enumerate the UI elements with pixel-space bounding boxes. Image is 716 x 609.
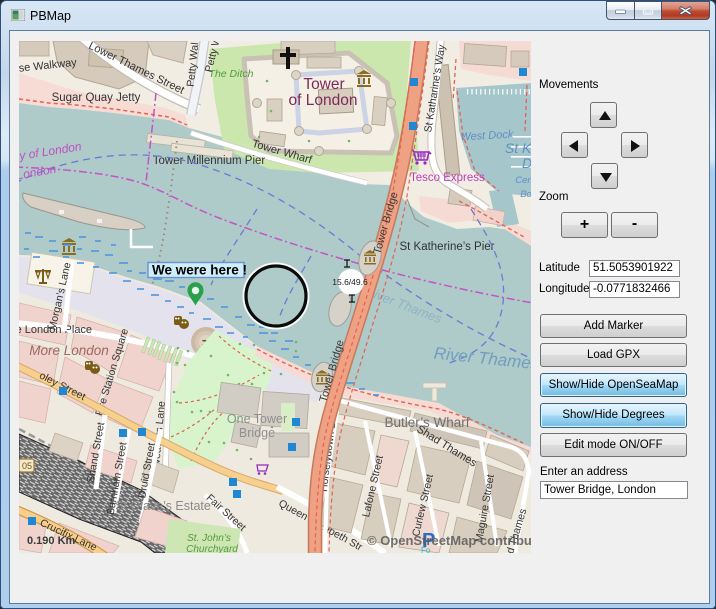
- svg-text:St Olave’s Estate: St Olave’s Estate: [115, 499, 211, 513]
- svg-text:0.190 Km: 0.190 Km: [27, 535, 76, 547]
- svg-text:One Tower: One Tower: [227, 412, 287, 426]
- svg-text:Bridge: Bridge: [239, 426, 275, 440]
- svg-text:More London: More London: [29, 343, 109, 358]
- svg-text:Tower: Tower: [303, 76, 344, 93]
- svg-text:St Ka: St Ka: [505, 140, 531, 156]
- svg-text:15.6/49.6: 15.6/49.6: [332, 277, 368, 287]
- svg-text:We were here !: We were here !: [152, 263, 247, 278]
- svg-text:Tesco Express: Tesco Express: [410, 172, 485, 184]
- svg-text:Cen: Cen: [515, 175, 531, 186]
- svg-text:y of London: y of London: [19, 139, 83, 163]
- svg-text:D: D: [522, 155, 531, 171]
- svg-text:London: London: [19, 162, 58, 183]
- svg-text:Tower Millennium Pier: Tower Millennium Pier: [153, 155, 266, 167]
- svg-text:Churchyard: Churchyard: [186, 544, 238, 553]
- svg-text:River Thames: River Thames: [433, 344, 531, 374]
- svg-text:© OpenStreetMap contributors: © OpenStreetMap contributors: [367, 533, 531, 548]
- svg-text:of London: of London: [289, 92, 358, 109]
- svg-text:St Katherine’s Pier: St Katherine’s Pier: [399, 241, 494, 253]
- svg-text:05: 05: [22, 461, 32, 471]
- svg-text:St. John’s: St. John’s: [187, 533, 231, 544]
- svg-text:Sugar Quay Jetty: Sugar Quay Jetty: [52, 92, 141, 104]
- svg-text:Bo: Bo: [520, 189, 531, 200]
